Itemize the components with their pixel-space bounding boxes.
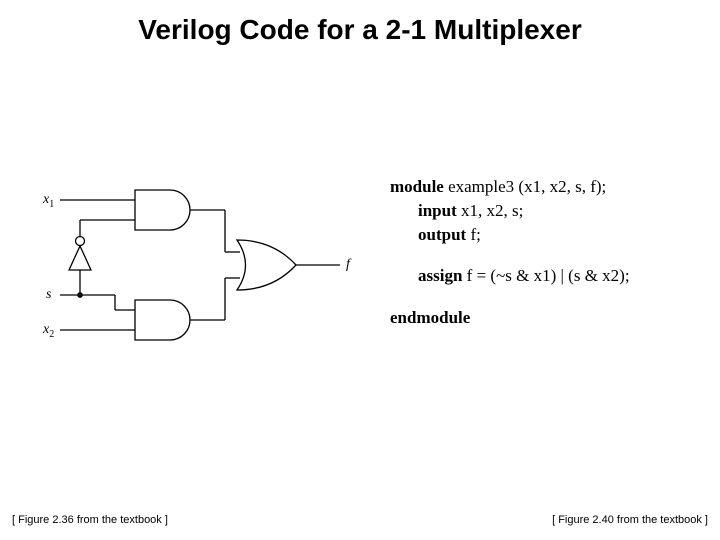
code-blank-1 [390, 246, 700, 264]
code-blank-2 [390, 288, 700, 306]
caption-right: [ Figure 2.40 from the textbook ] [552, 514, 708, 526]
code-line-assign: assign f = (~s & x1) | (s & x2); [390, 264, 700, 288]
code-line-endmodule: endmodule [390, 306, 700, 330]
label-x1: x1 [43, 192, 54, 210]
code-line-input: input x1, x2, s; [390, 199, 700, 223]
label-x2: x2 [43, 322, 54, 340]
label-s: s [46, 287, 51, 303]
page-title: Verilog Code for a 2-1 Multiplexer [0, 14, 720, 46]
caption-left: [ Figure 2.36 from the textbook ] [12, 514, 168, 526]
code-line-output: output f; [390, 223, 700, 247]
schematic-svg [40, 180, 370, 380]
code-line-module: module example3 (x1, x2, s, f); [390, 175, 700, 199]
mux-schematic: x1 s x2 f [40, 180, 370, 380]
label-f: f [346, 257, 350, 273]
verilog-code: module example3 (x1, x2, s, f); input x1… [390, 175, 700, 330]
